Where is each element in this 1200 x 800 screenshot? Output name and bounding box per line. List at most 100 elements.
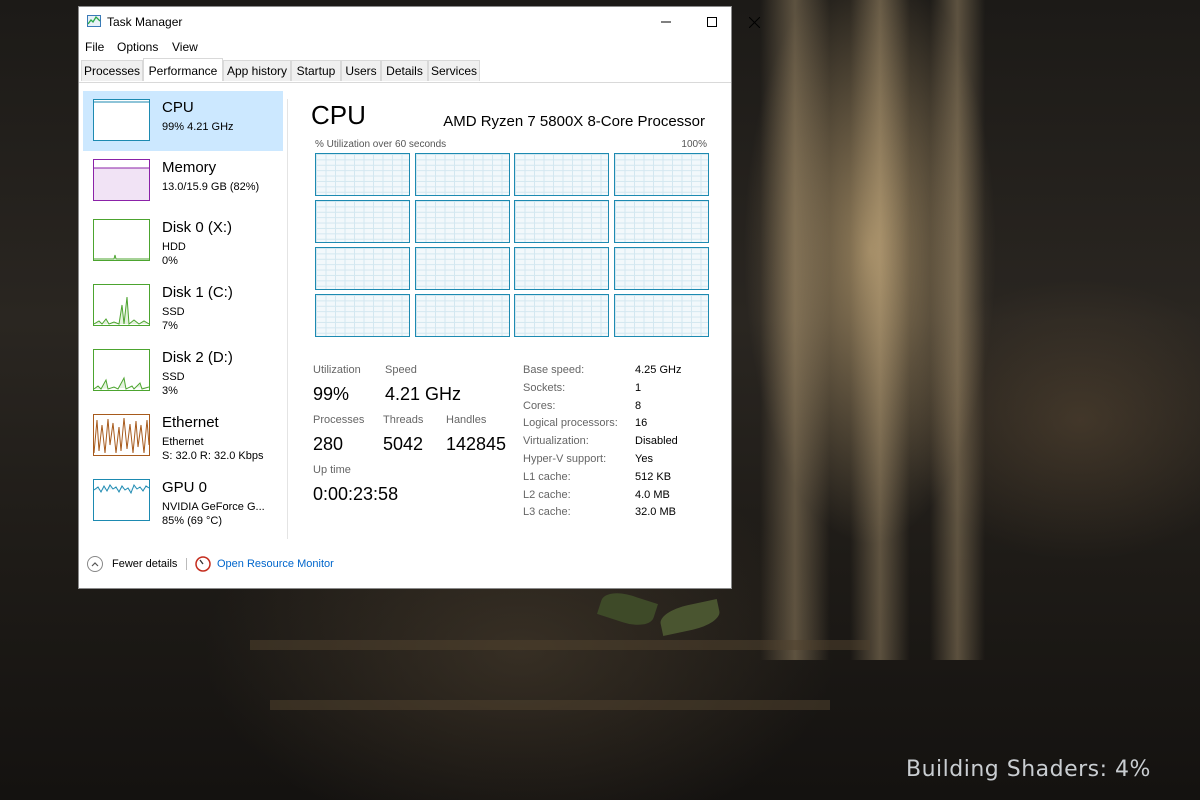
sidebar-item-detail: SSD — [162, 306, 185, 318]
resource-monitor-icon[interactable] — [195, 556, 211, 572]
sidebar-item-detail: SSD — [162, 371, 185, 383]
menu-file[interactable]: File — [85, 40, 104, 54]
sidebar-item-title: Disk 2 (D:) — [162, 349, 233, 366]
sidebar-item-gpu0[interactable]: GPU 0 NVIDIA GeForce G... 85% (69 °C) — [83, 471, 283, 531]
logical-processor-graph — [414, 153, 510, 196]
threads-label: Threads — [383, 414, 424, 426]
disk2-sparkline — [94, 376, 149, 390]
speed-label: Speed — [385, 364, 417, 376]
cpu-sparkline — [94, 101, 149, 103]
footer-bar: Fewer details Open Resource Monitor — [79, 553, 731, 577]
disk0-mini-graph — [93, 219, 150, 261]
shader-build-status: Building Shaders: 4% — [906, 757, 1151, 782]
ethernet-mini-graph — [93, 414, 150, 456]
sidebar-item-detail: Ethernet — [162, 436, 204, 448]
tab-processes[interactable]: Processes — [81, 60, 143, 81]
sidebar-item-ethernet[interactable]: Ethernet Ethernet S: 32.0 R: 32.0 Kbps — [83, 406, 283, 466]
spec-value: 1 — [635, 381, 642, 394]
maximize-button[interactable] — [689, 7, 735, 37]
sidebar-item-detail: HDD — [162, 241, 186, 253]
logical-processor-graph — [613, 153, 709, 196]
processes-label: Processes — [313, 414, 365, 426]
logical-processor-graph — [613, 247, 709, 290]
menu-options[interactable]: Options — [117, 40, 158, 54]
disk2-mini-graph — [93, 349, 150, 391]
menu-view[interactable]: View — [172, 40, 198, 54]
sidebar-item-disk1[interactable]: Disk 1 (C:) SSD 7% — [83, 276, 283, 336]
sidebar-divider — [287, 99, 288, 539]
disk1-sparkline — [94, 296, 149, 325]
sidebar-item-disk0[interactable]: Disk 0 (X:) HDD 0% — [83, 211, 283, 271]
performance-sidebar: CPU 99% 4.21 GHz Memory 13.0/15.9 GB (82… — [83, 91, 287, 539]
sidebar-item-cpu[interactable]: CPU 99% 4.21 GHz — [83, 91, 283, 151]
page-title: CPU — [311, 100, 366, 130]
disk0-sparkline — [94, 254, 149, 260]
plant-leaf — [658, 599, 722, 636]
sidebar-item-memory[interactable]: Memory 13.0/15.9 GB (82%) — [83, 151, 283, 211]
logical-processor-graph — [414, 200, 510, 243]
logical-processor-graph — [414, 294, 510, 337]
sidebar-item-detail: 13.0/15.9 GB (82%) — [162, 181, 260, 193]
sidebar-item-title: GPU 0 — [162, 479, 208, 496]
threads-value: 5042 — [383, 434, 424, 454]
chevron-up-icon[interactable] — [87, 556, 103, 572]
logical-processor-graph — [315, 247, 410, 290]
logical-processor-graphs — [315, 153, 709, 339]
spec-label: Hyper-V support: — [523, 453, 607, 465]
memory-mini-graph — [93, 159, 150, 201]
tab-details[interactable]: Details — [381, 60, 428, 81]
curtain — [930, 0, 985, 660]
processes-value: 280 — [313, 434, 344, 454]
handles-label: Handles — [446, 414, 487, 426]
spec-value: Yes — [635, 453, 653, 465]
spec-label: Virtualization: — [523, 435, 589, 448]
open-resource-monitor-link[interactable]: Open Resource Monitor — [217, 558, 334, 570]
sidebar-item-detail: 3% — [162, 385, 178, 397]
tab-app-history[interactable]: App history — [223, 60, 291, 81]
logical-processor-graph — [514, 247, 609, 290]
graph-caption: % Utilization over 60 seconds — [315, 139, 447, 150]
handles-value: 142845 — [446, 434, 507, 454]
window-sill — [250, 640, 870, 650]
spec-label: Base speed: — [523, 364, 585, 376]
fewer-details-button[interactable]: Fewer details — [112, 558, 177, 570]
sidebar-item-disk2[interactable]: Disk 2 (D:) SSD 3% — [83, 341, 283, 401]
minimize-button[interactable] — [643, 7, 689, 37]
close-icon — [748, 16, 760, 28]
uptime-value: 0:00:23:58 — [313, 484, 399, 504]
logical-processor-graph — [315, 200, 410, 243]
gpu-sparkline — [94, 483, 149, 495]
spec-label: Sockets: — [523, 381, 566, 394]
curtain — [760, 0, 830, 660]
spec-label: Logical processors: — [523, 417, 618, 430]
maximize-icon — [707, 17, 717, 27]
tab-users[interactable]: Users — [341, 60, 381, 81]
tab-services[interactable]: Services — [428, 60, 480, 81]
gpu-mini-graph — [93, 479, 150, 521]
sidebar-item-title: Disk 1 (C:) — [162, 284, 233, 301]
logical-processor-graph — [613, 200, 709, 243]
title-bar[interactable]: Task Manager — [79, 7, 760, 37]
window-sill — [270, 700, 830, 710]
task-manager-icon — [87, 15, 101, 27]
tab-performance[interactable]: Performance — [143, 58, 223, 81]
cpu-model-name: AMD Ryzen 7 5800X 8-Core Processor — [443, 113, 705, 130]
disk1-mini-graph — [93, 284, 150, 326]
tab-startup[interactable]: Startup — [291, 60, 341, 81]
spec-value: 512 KB — [635, 470, 672, 483]
spec-value: 8 — [635, 399, 642, 412]
ethernet-sparkline — [94, 417, 149, 454]
spec-value: 16 — [635, 417, 648, 430]
logical-processor-graph — [514, 153, 609, 196]
spec-value: 32.0 MB — [635, 506, 676, 519]
logical-processor-graph — [514, 200, 609, 243]
graph-max-label: 100% — [681, 139, 707, 150]
footer-separator — [186, 558, 187, 570]
uptime-label: Up time — [313, 464, 351, 476]
close-button[interactable] — [731, 7, 777, 37]
tab-strip: Processes Performance App history Startu… — [79, 58, 731, 83]
logical-processor-graph — [613, 294, 709, 337]
logical-processor-graph — [315, 294, 410, 337]
spec-value: Disabled — [635, 435, 678, 448]
sidebar-item-detail: S: 32.0 R: 32.0 Kbps — [162, 450, 264, 462]
